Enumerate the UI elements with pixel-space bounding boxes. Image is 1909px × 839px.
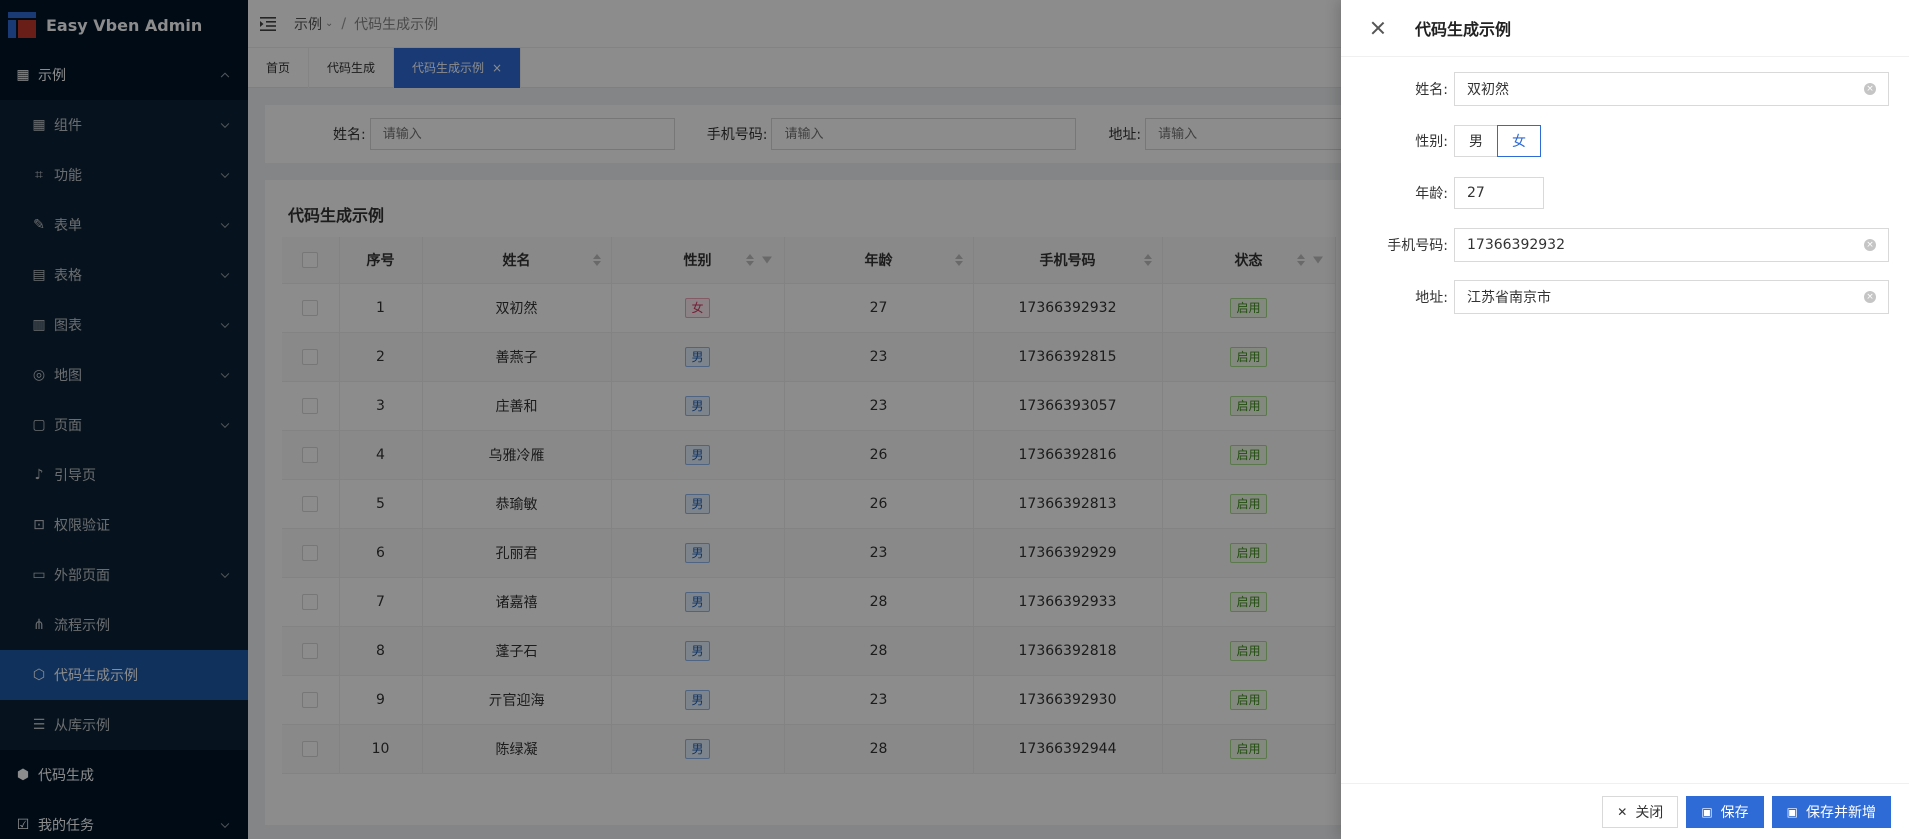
- save-and-new-button-label: 保存并新增: [1806, 804, 1876, 821]
- form-row-name: 姓名: 双初然 ×: [1341, 72, 1889, 106]
- drawer-title: 代码生成示例: [1415, 20, 1512, 39]
- form-row-gender: 性别: 男 女: [1341, 125, 1541, 157]
- close-icon[interactable]: [1371, 21, 1385, 35]
- clear-icon[interactable]: ×: [1864, 239, 1876, 251]
- age-label: 年龄:: [1415, 186, 1448, 202]
- save-and-new-button[interactable]: ▣ 保存并新增: [1771, 795, 1891, 828]
- address-value: 江苏省南京市: [1467, 290, 1551, 306]
- age-value: 27: [1467, 185, 1485, 201]
- form-row-address: 地址: 江苏省南京市 ×: [1341, 280, 1889, 314]
- name-value: 双初然: [1467, 82, 1509, 98]
- edit-drawer: 代码生成示例 姓名: 双初然 × 性别: 男 女 年龄: 27 手机号码: 17…: [1341, 0, 1909, 839]
- phone-label: 手机号码:: [1387, 238, 1448, 254]
- name-field[interactable]: 双初然 ×: [1454, 72, 1889, 106]
- gender-label: 性别:: [1415, 134, 1448, 150]
- close-button-label: 关闭: [1635, 804, 1664, 821]
- close-icon: ✕: [1617, 804, 1628, 819]
- address-label: 地址:: [1415, 290, 1448, 306]
- gender-radio-group: 男 女: [1454, 125, 1541, 157]
- save-icon: ▣: [1786, 804, 1798, 819]
- drawer-footer: ✕ 关闭 ▣ 保存 ▣ 保存并新增: [1341, 783, 1909, 839]
- close-button[interactable]: ✕ 关闭: [1602, 795, 1679, 828]
- form-row-age: 年龄: 27: [1341, 177, 1544, 209]
- save-button-label: 保存: [1720, 804, 1749, 821]
- address-field[interactable]: 江苏省南京市 ×: [1454, 280, 1889, 314]
- gender-option-male[interactable]: 男: [1454, 125, 1498, 157]
- save-icon: ▣: [1701, 804, 1713, 819]
- drawer-header: 代码生成示例: [1341, 0, 1909, 57]
- age-input[interactable]: 27: [1454, 177, 1544, 209]
- save-button[interactable]: ▣ 保存: [1686, 795, 1764, 828]
- gender-option-female[interactable]: 女: [1497, 125, 1541, 157]
- clear-icon[interactable]: ×: [1864, 291, 1876, 303]
- phone-value: 17366392932: [1467, 237, 1565, 253]
- name-label: 姓名:: [1415, 82, 1448, 98]
- phone-field[interactable]: 17366392932 ×: [1454, 228, 1889, 262]
- clear-icon[interactable]: ×: [1864, 83, 1876, 95]
- form-row-phone: 手机号码: 17366392932 ×: [1341, 228, 1889, 262]
